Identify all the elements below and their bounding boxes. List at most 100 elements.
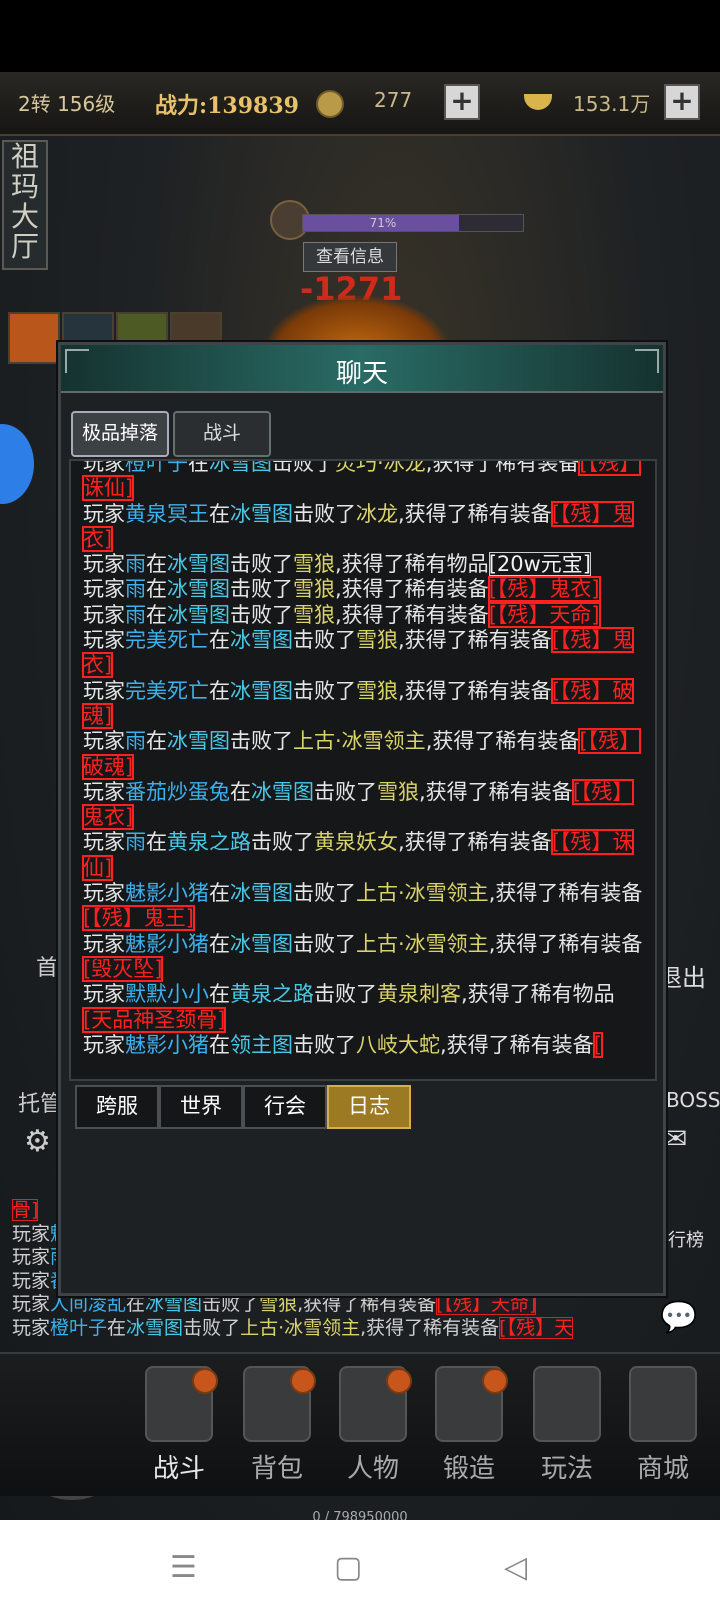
player-name[interactable]: 完美死亡 <box>125 628 209 652</box>
message-text: 在 <box>209 881 230 906</box>
nav-bag[interactable]: 背包 <box>232 1360 322 1490</box>
message-text: ,获得了稀有装备 <box>398 678 552 703</box>
message-text: 击败了 <box>230 552 293 577</box>
tab-log[interactable]: 日志 <box>327 1085 411 1129</box>
item-link[interactable]: [【残】鬼王] <box>82 905 195 932</box>
player-name[interactable]: 番茄炒蛋兔 <box>125 780 230 804</box>
monster-name: 上古·冰雪领主 <box>356 881 489 906</box>
floating-assist-bubble[interactable] <box>0 424 34 504</box>
tab-battle[interactable]: 战斗 <box>173 411 271 457</box>
item-link[interactable]: [天品神圣颈骨] <box>81 1006 227 1033</box>
message-text: 玩家 <box>83 501 125 526</box>
side-first-label[interactable]: 首 <box>36 950 58 982</box>
message-text: 击败了 <box>183 1316 241 1339</box>
message-text: 在 <box>146 577 167 602</box>
map-name: 冰雪图 <box>230 628 293 653</box>
tab-guild[interactable]: 行会 <box>243 1085 327 1129</box>
map-name: 冰雪图 <box>251 779 314 804</box>
tab-rare-drops[interactable]: 极品掉落 <box>71 411 169 457</box>
tab-world[interactable]: 世界 <box>159 1085 243 1129</box>
player-name[interactable]: 魅影小猪 <box>125 881 209 905</box>
map-name: 冰雪图 <box>167 602 230 627</box>
monster-name: 黄泉刺客 <box>377 982 461 1007</box>
map-name: 冰雪图 <box>167 729 230 754</box>
zuma-hall-button[interactable]: 祖玛大厅 <box>2 140 48 270</box>
background-chat-line: 玩家橙叶子在冰雪图击败了上古·冰雪领主,获得了稀有装备[【残】天 <box>12 1316 712 1341</box>
background-chat-line: 玩家人间凌乱在冰雪图击败了雪狼,获得了稀有装备[【残】天命] <box>12 1293 712 1317</box>
nav-gameplay[interactable]: 玩法 <box>522 1360 612 1490</box>
player-name[interactable]: 完美死亡 <box>125 679 209 703</box>
chat-message: 玩家魅影小猪在冰雪图击败了上古·冰雪领主,获得了稀有装备 [毁灭坠] <box>81 931 643 983</box>
item-link[interactable]: 骨] <box>12 1199 39 1221</box>
player-name[interactable]: 雨 <box>125 603 146 627</box>
map-name: 黄泉之路 <box>230 982 314 1007</box>
add-coin-button[interactable]: + <box>444 84 480 120</box>
notification-dot <box>290 1368 316 1394</box>
player-name[interactable]: 雨 <box>125 830 146 854</box>
chat-message-list[interactable]: 玩家橙叶子在冰雪图击败了灵巧·冰龙,获得了稀有装备[【残】诛仙] 玩家黄泉冥王在冰… <box>69 459 657 1081</box>
ingot-count: 153.1万 <box>573 92 651 116</box>
message-text: ,获得了稀有装备 <box>335 602 489 627</box>
tab-cross-server[interactable]: 跨服 <box>75 1085 159 1129</box>
view-info-button[interactable]: 查看信息 <box>303 242 397 272</box>
player-name[interactable]: 魅影小猪 <box>125 932 209 956</box>
monster-name: 雪狼 <box>356 628 398 653</box>
mail-icon[interactable]: ✉ <box>664 1122 687 1155</box>
monster-name: 灵巧·冰龙 <box>335 459 426 475</box>
message-text: 玩家 <box>83 602 125 627</box>
player-name[interactable]: 默默小小 <box>125 982 209 1006</box>
map-name: 冰雪图 <box>230 501 293 526</box>
player-name[interactable]: 雨 <box>125 729 146 753</box>
notification-dot <box>482 1368 508 1394</box>
message-text: 玩家 <box>83 779 125 804</box>
item-link[interactable]: [20w元宝] <box>488 552 591 577</box>
chat-message: 玩家完美死亡在冰雪图击败了雪狼,获得了稀有装备[【残】鬼衣] <box>81 627 643 679</box>
message-text: 击败了 <box>230 729 293 754</box>
message-text: 击败了 <box>251 830 314 855</box>
monster-name: 冰龙 <box>356 501 398 526</box>
player-name[interactable]: 橙叶子 <box>50 1317 107 1339</box>
item-link[interactable]: [【残】鬼衣] <box>487 576 601 603</box>
nav-character[interactable]: 人物 <box>328 1360 418 1490</box>
nav-forge[interactable]: 锻造 <box>424 1360 514 1490</box>
message-text: 在 <box>209 628 230 653</box>
add-ingot-button[interactable]: + <box>664 84 700 120</box>
nav-label: 商城 <box>636 1454 689 1484</box>
nav-label: 战斗 <box>152 1454 205 1484</box>
message-text: 在 <box>209 1032 230 1057</box>
back-icon[interactable]: ◁ <box>504 1550 527 1585</box>
player-name[interactable]: 橙叶子 <box>125 461 188 475</box>
player-name[interactable]: 雨 <box>125 577 146 601</box>
message-text: 击败了 <box>272 459 335 475</box>
player-name[interactable]: 黄泉冥王 <box>125 502 209 526</box>
nav-shop[interactable]: 商城 <box>618 1360 708 1490</box>
message-text: ,获得了稀有装备 <box>419 779 573 804</box>
map-name: 冰雪图 <box>209 459 272 475</box>
player-name[interactable]: 雨 <box>125 552 146 576</box>
nav-label: 玩法 <box>540 1454 593 1484</box>
item-link[interactable]: [毁灭坠] <box>81 955 164 982</box>
message-text: 玩家 <box>83 830 125 855</box>
boss-hp-text: 71% <box>369 216 397 230</box>
home-icon[interactable]: ▢ <box>334 1550 362 1585</box>
item-link[interactable]: [ <box>592 1031 603 1058</box>
item-link[interactable]: [【残】天 <box>499 1316 574 1339</box>
message-text: 在 <box>230 779 251 804</box>
buff-fire-icon[interactable] <box>8 312 60 364</box>
player-name[interactable]: 人间凌乱 <box>50 1293 126 1315</box>
player-name[interactable]: 魅影小猪 <box>125 1033 209 1057</box>
message-text: 玩家 <box>83 931 125 956</box>
boss-button[interactable]: BOSS <box>666 1088 720 1112</box>
status-bar <box>0 0 720 72</box>
combat-power: 战力:139839 <box>155 93 299 119</box>
message-text: ,获得了稀有物品 <box>335 552 489 577</box>
message-text: 击败了 <box>230 577 293 602</box>
nav-battle[interactable]: 战斗 <box>134 1360 224 1490</box>
menu-icon[interactable]: ☰ <box>170 1550 197 1585</box>
item-link[interactable]: [【残】天命] <box>487 601 601 628</box>
chat-message: 玩家雨在冰雪图击败了雪狼,获得了稀有装备[【残】天命] <box>83 601 643 628</box>
side-tuoguan-label[interactable]: 托管 <box>18 1086 62 1118</box>
chat-message: 玩家雨在冰雪图击败了雪狼,获得了稀有物品[20w元宝] <box>83 552 643 577</box>
settings-gear-icon[interactable]: ⚙ <box>24 1124 51 1159</box>
item-link[interactable]: [【残】天命] <box>436 1293 537 1315</box>
